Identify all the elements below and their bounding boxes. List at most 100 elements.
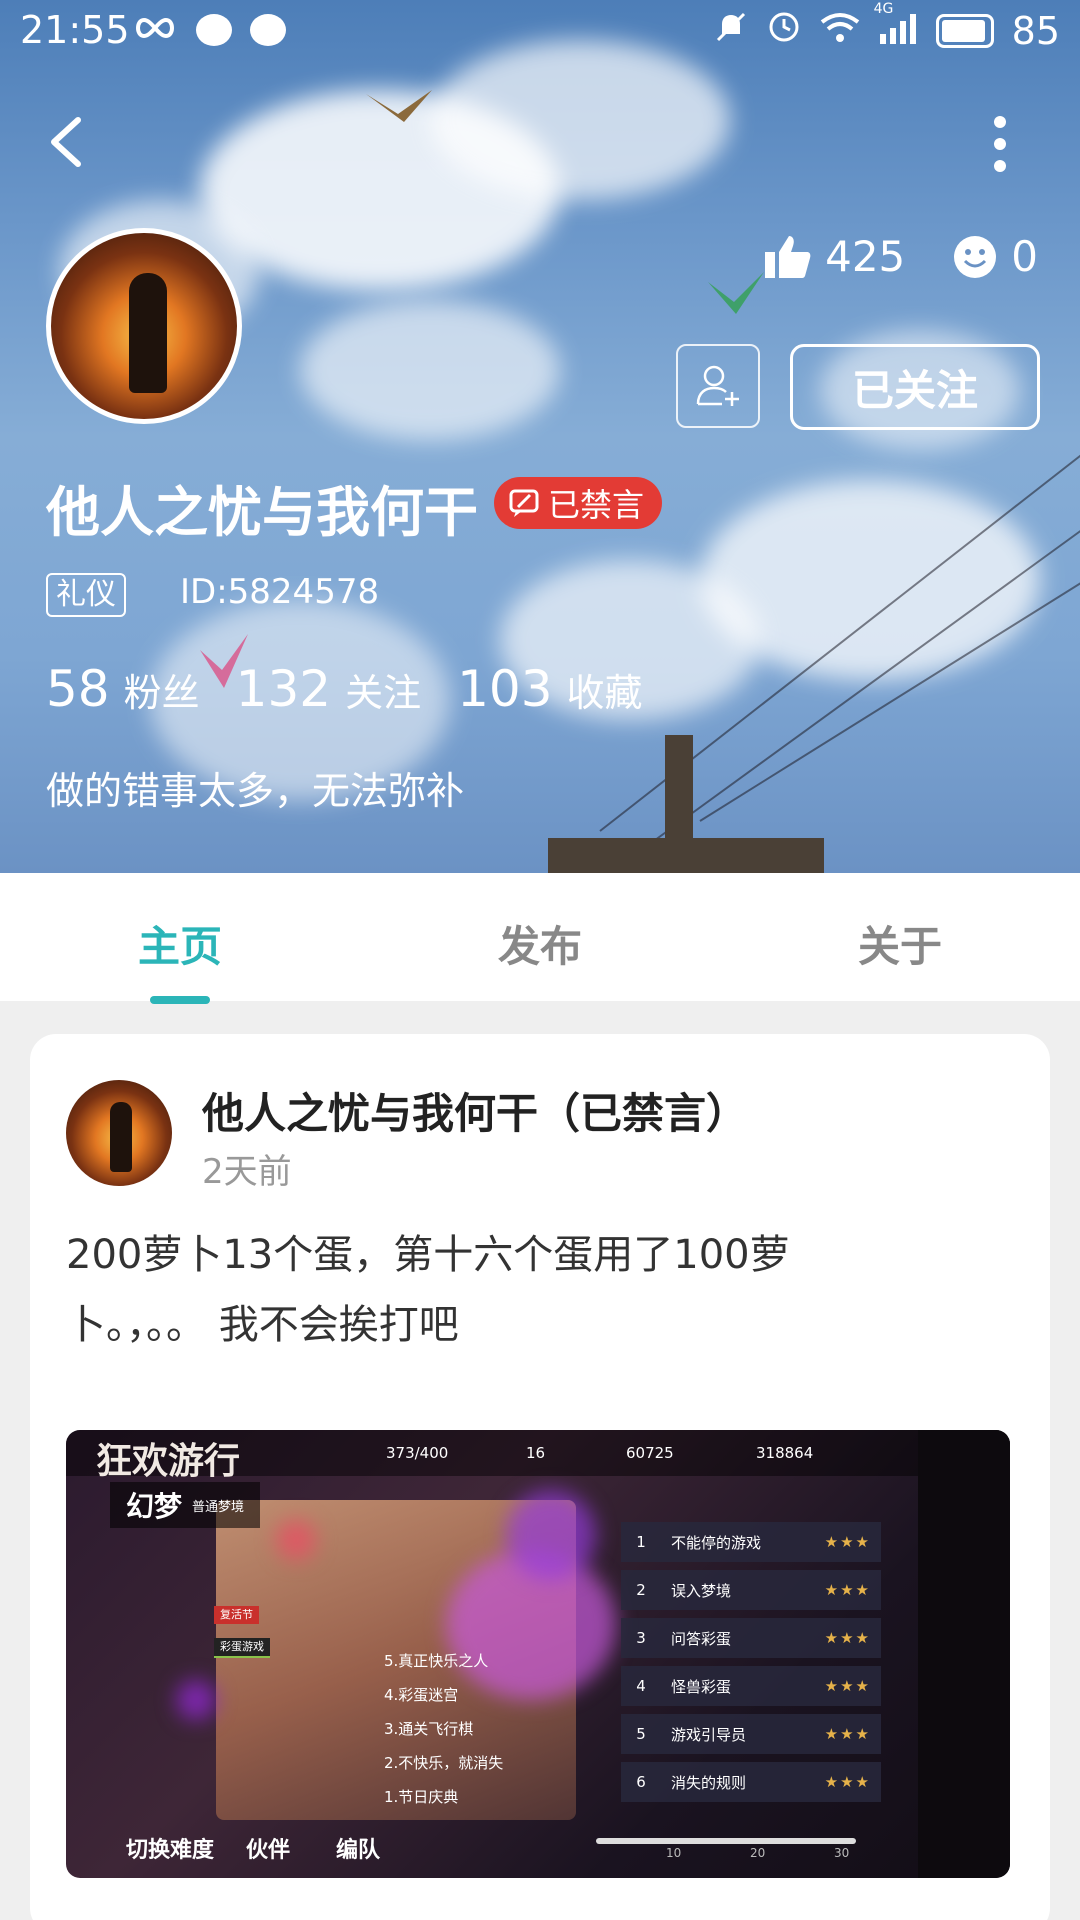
smile-icon: [954, 235, 997, 278]
level-stars: ★★★: [824, 1725, 871, 1743]
game-eggs: 16: [526, 1444, 546, 1462]
game-progress-mark: 30: [834, 1846, 850, 1860]
game-coins: 318864: [756, 1444, 814, 1462]
level-name: 不能停的游戏: [671, 1533, 762, 1552]
game-bottom-button: 切换难度: [126, 1838, 215, 1863]
tab-posts[interactable]: 发布: [498, 913, 582, 974]
status-bar: 21:55 4G 85: [0, 0, 1080, 60]
game-progress-mark: 10: [666, 1846, 682, 1860]
add-friend-button[interactable]: [676, 344, 760, 428]
game-level-row: 2 误入梦境 ★★★: [621, 1570, 881, 1610]
favorites-label: 收藏: [566, 671, 643, 715]
battery-level: 85: [1011, 8, 1060, 53]
chevron-left-icon: [51, 117, 81, 167]
game-side-panel: [918, 1430, 1010, 1878]
game-glow: [176, 1680, 216, 1720]
game-level-row: 1 不能停的游戏 ★★★: [621, 1522, 881, 1562]
battery-icon: [935, 13, 994, 48]
game-crystals: 60725: [626, 1444, 674, 1462]
game-sub-level: 5.真正快乐之人: [384, 1652, 489, 1670]
level-stars: ★★★: [824, 1533, 871, 1551]
game-glow: [506, 1490, 596, 1580]
game-sub-levels: 5.真正快乐之人 4.彩蛋迷宫 3.通关飞行棋 2.不快乐，就消失 1.节日庆典: [384, 1650, 503, 1820]
game-level-row: 3 问答彩蛋 ★★★: [621, 1618, 881, 1658]
post-author-name[interactable]: 他人之忧与我何干（已禁言）: [202, 1080, 748, 1141]
favorites-count: 103: [457, 660, 553, 718]
level-name: 问答彩蛋: [671, 1629, 732, 1648]
post-timestamp: 2天前: [202, 1152, 292, 1192]
user-id: ID:5824578: [180, 572, 380, 612]
banned-badge: 已禁言: [494, 477, 663, 529]
tab-home[interactable]: 主页: [138, 913, 222, 974]
infinity-icon: [132, 8, 178, 52]
game-mode: 幻梦 普通梦境: [110, 1482, 261, 1528]
following-count: 132: [235, 660, 332, 718]
more-vertical-icon: [994, 116, 1006, 172]
alarm-icon: [766, 8, 802, 53]
post-author-avatar[interactable]: [66, 1080, 172, 1186]
back-button[interactable]: [40, 112, 100, 172]
game-level-row: 4 怪兽彩蛋 ★★★: [621, 1666, 881, 1706]
fans-count: 58: [46, 660, 110, 718]
network-type: 4G: [873, 0, 894, 17]
game-carrots: 373/400: [386, 1444, 449, 1462]
active-tab-indicator: [150, 996, 210, 1004]
more-options-button[interactable]: [980, 112, 1020, 176]
game-sub-level: 4.彩蛋迷宫: [384, 1686, 459, 1704]
favorites-stat[interactable]: 103 收藏: [457, 660, 642, 718]
fans-label: 粉丝: [123, 671, 200, 715]
muted-chat-icon: [509, 489, 539, 517]
smiles-count: 0: [1011, 232, 1038, 281]
following-label: 关注: [345, 671, 422, 715]
game-tag: 彩蛋游戏: [214, 1638, 270, 1658]
game-sub-level: 1.节日庆典: [384, 1788, 459, 1806]
follow-button[interactable]: 已关注: [790, 344, 1040, 430]
profile-username: 他人之忧与我何干: [46, 481, 478, 544]
post-text-line: 卜。，。。 我不会挨打吧: [66, 1302, 459, 1348]
game-mode-sub: 普通梦境: [192, 1499, 245, 1515]
smiles-stat[interactable]: 0: [953, 232, 1038, 281]
tab-about[interactable]: 关于: [858, 913, 942, 974]
profile-counts: 58 粉丝 132 关注 103 收藏: [46, 660, 679, 718]
following-stat[interactable]: 132 关注: [236, 660, 421, 718]
game-sub-level: 2.不快乐，就消失: [384, 1754, 504, 1772]
status-time: 21:55: [20, 8, 130, 52]
level-number: 4: [636, 1677, 646, 1695]
level-number: 2: [636, 1581, 646, 1599]
reaction-stats: 425 0: [763, 232, 1038, 281]
profile-screen: 21:55 4G 85 425 0 已关注 他人之忧与我何干 已禁言 礼仪 ID…: [0, 0, 1080, 1920]
game-title: 狂欢游行: [96, 1441, 241, 1482]
paper-crane-icon: [706, 268, 766, 322]
profile-avatar[interactable]: [46, 228, 242, 424]
game-glow: [276, 1520, 316, 1560]
level-number: 5: [636, 1725, 646, 1743]
level-name: 消失的规则: [671, 1773, 747, 1792]
message-icon: [250, 14, 286, 46]
level-stars: ★★★: [824, 1677, 871, 1695]
level-number: 6: [636, 1773, 646, 1791]
level-name: 误入梦境: [671, 1581, 732, 1600]
profile-header-background: [0, 0, 1080, 873]
level-number: 1: [636, 1533, 646, 1551]
profile-bio: 做的错事太多，无法弥补: [46, 769, 465, 813]
post-image[interactable]: 373/400 16 60725 318864 狂欢游行 幻梦 普通梦境 复活节…: [66, 1430, 1010, 1878]
game-level-row: 5 游戏引导员 ★★★: [621, 1714, 881, 1754]
post-body: 200萝卜13个蛋，第十六个蛋用了100萝 卜。，。。 我不会挨打吧: [66, 1220, 906, 1360]
level-name: 怪兽彩蛋: [671, 1677, 732, 1696]
game-progress-bar: [596, 1838, 856, 1844]
thumbs-up-icon: [765, 235, 811, 278]
game-mode-name: 幻梦: [126, 1490, 183, 1523]
signal-icon: 4G: [874, 1, 918, 53]
post-card[interactable]: 他人之忧与我何干（已禁言） 2天前 200萝卜13个蛋，第十六个蛋用了100萝 …: [30, 1034, 1050, 1920]
post-text-line: 200萝卜13个蛋，第十六个蛋用了100萝: [66, 1232, 790, 1278]
game-tag: 复活节: [214, 1606, 259, 1624]
fans-stat[interactable]: 58 粉丝: [46, 660, 200, 718]
banned-label: 已禁言: [548, 486, 645, 524]
level-number: 3: [636, 1629, 646, 1647]
user-title-tag: 礼仪: [46, 573, 126, 617]
likes-count: 425: [825, 232, 906, 281]
game-bottom-button: 伙伴: [246, 1838, 291, 1863]
level-stars: ★★★: [824, 1629, 871, 1647]
game-progress-mark: 20: [750, 1846, 766, 1860]
likes-stat[interactable]: 425: [763, 232, 905, 281]
